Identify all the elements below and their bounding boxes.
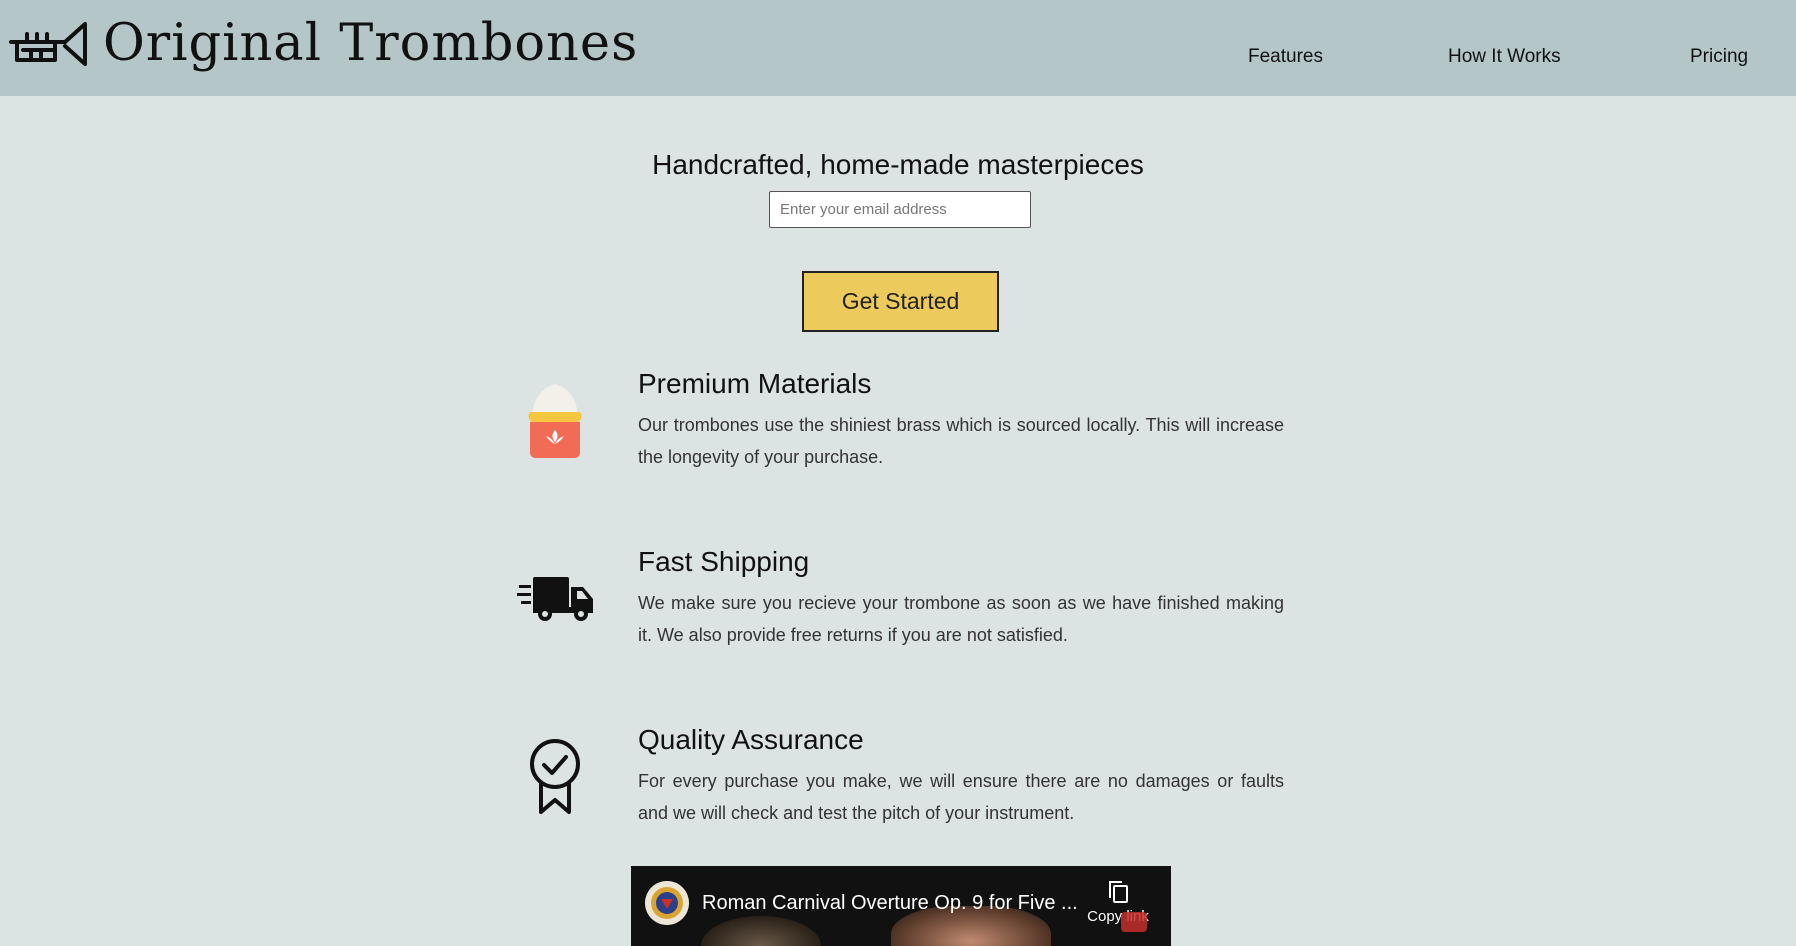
feature-description: We make sure you recieve your trombone a… [638,593,1284,645]
materials-bag-icon [528,384,582,458]
delivery-truck-icon [517,577,593,621]
nav-link-features[interactable]: Features [1248,45,1323,69]
get-started-button[interactable]: Get Started [802,271,999,332]
nav-link-pricing[interactable]: Pricing [1690,45,1748,69]
nav-link-how-it-works[interactable]: How It Works [1448,45,1561,69]
copy-icon [1109,881,1128,903]
video-title[interactable]: Roman Carnival Overture Op. 9 for Five .… [702,891,1078,915]
feature-title: Premium Materials [638,368,872,399]
email-input[interactable] [769,191,1031,228]
video-thumbnail [701,916,821,946]
feature-description: Our trombones use the shiniest brass whi… [638,415,1284,467]
feature-title: Quality Assurance [638,724,864,755]
brand-name[interactable]: Original Trombones [103,12,638,76]
trumpet-logo-icon[interactable] [9,20,89,70]
video-embed[interactable]: Roman Carnival Overture Op. 9 for Five .… [631,866,1171,946]
feature-description: For every purchase you make, we will ens… [638,771,1284,823]
quality-badge-icon [530,739,580,814]
channel-avatar-icon[interactable] [645,881,689,925]
hero-title: Handcrafted, home-made masterpieces [652,149,1144,180]
feature-title: Fast Shipping [638,546,810,577]
youtube-play-icon[interactable] [1121,912,1147,932]
site-header: Original Trombones Features How It Works… [0,0,1796,96]
